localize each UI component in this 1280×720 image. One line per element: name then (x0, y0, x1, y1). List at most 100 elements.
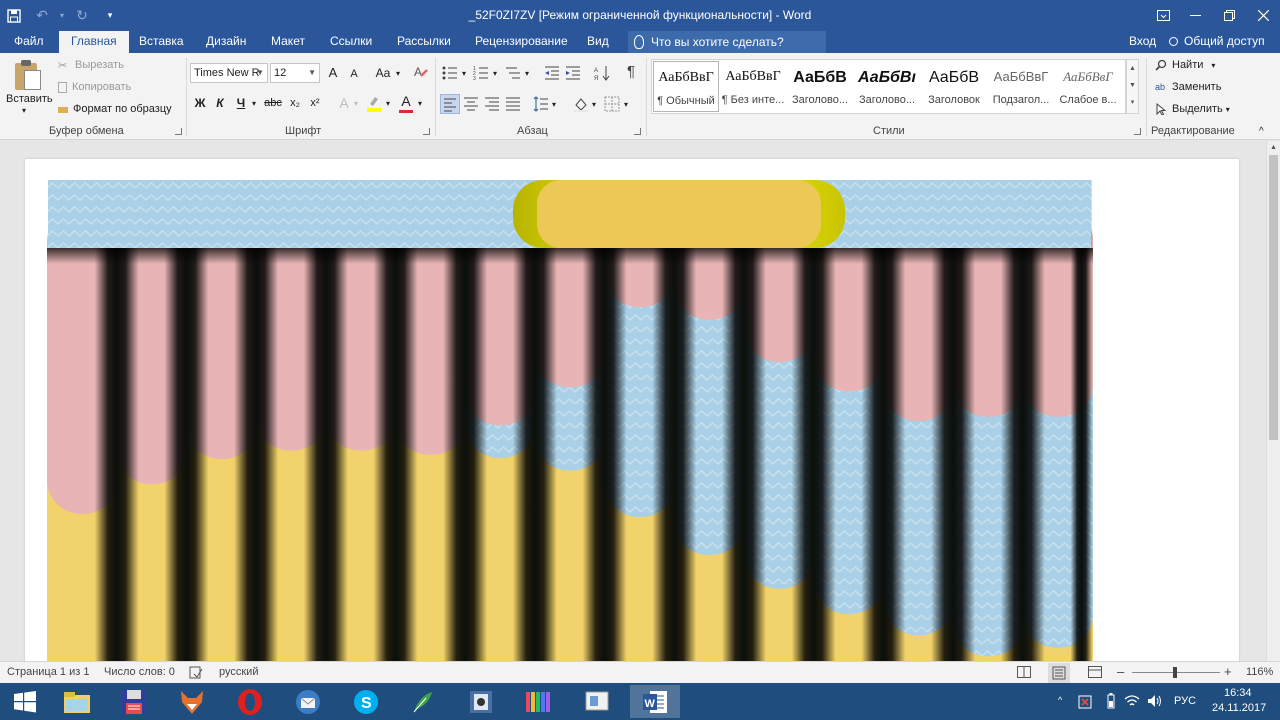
paste-dropdown-icon[interactable]: ▾ (22, 106, 26, 115)
shrink-font-button[interactable]: A (346, 65, 362, 83)
floppy-app-icon[interactable] (109, 685, 159, 718)
align-right-icon[interactable] (484, 96, 500, 112)
chevron-down-icon[interactable]: ▾ (550, 96, 558, 114)
bold-button[interactable]: Ж (192, 94, 208, 112)
grow-font-button[interactable]: A (325, 64, 341, 82)
font-launcher-icon[interactable] (423, 128, 430, 135)
line-spacing-icon[interactable] (533, 96, 549, 112)
page-count[interactable]: Страница 1 из 1 (7, 666, 89, 678)
network-blocked-icon[interactable] (1078, 695, 1092, 720)
close-icon[interactable] (1246, 0, 1280, 31)
styles-scroll[interactable]: ▲ ▼ ▾ (1126, 59, 1139, 114)
borders-icon[interactable] (604, 96, 620, 112)
restore-icon[interactable] (1212, 0, 1246, 31)
style-title[interactable]: АаБбВ Заголовок (921, 61, 987, 112)
tab-insert[interactable]: Вставка (139, 31, 184, 53)
word-count[interactable]: Число слов: 0 (104, 666, 175, 678)
tray-expand-icon[interactable]: ^ (1058, 695, 1062, 720)
tab-references[interactable]: Ссылки (330, 31, 372, 53)
paste-button[interactable]: Вставить (6, 93, 53, 105)
clock-date[interactable]: 24.11.2017 (1212, 702, 1266, 720)
copy-button[interactable]: Копировать (58, 81, 131, 93)
zoom-level[interactable]: 116% (1246, 666, 1273, 678)
colorful-app-icon[interactable] (514, 685, 564, 718)
chevron-down-icon[interactable]: ▾ (460, 65, 468, 83)
wifi-icon[interactable] (1124, 694, 1140, 720)
chevron-down-icon[interactable]: ▾ (352, 95, 360, 113)
volume-icon[interactable] (1147, 694, 1163, 720)
tab-review[interactable]: Рецензирование (475, 31, 568, 53)
input-language[interactable]: РУС (1174, 695, 1196, 720)
presentation-app-icon[interactable] (572, 685, 622, 718)
tab-design[interactable]: Дизайн (206, 31, 246, 53)
more-icon[interactable]: ▾ (1127, 94, 1138, 111)
align-left-icon[interactable] (440, 94, 460, 114)
document-page[interactable] (25, 159, 1239, 661)
decrease-indent-icon[interactable] (544, 65, 560, 81)
format-painter-button[interactable]: Формат по образцу (58, 103, 172, 115)
chevron-down-icon[interactable]: ▾ (250, 95, 258, 113)
clear-formatting-icon[interactable]: A (413, 64, 429, 82)
strikethrough-button[interactable]: abc (263, 94, 283, 112)
font-size-combo[interactable]: 12 ▼ (270, 63, 320, 83)
chevron-down-icon[interactable]: ▾ (384, 95, 392, 113)
sign-in-link[interactable]: Вход (1129, 31, 1156, 53)
thunderbird-mail-icon[interactable] (283, 685, 333, 718)
replace-button[interactable]: ab Заменить (1155, 81, 1221, 93)
multilevel-list-icon[interactable] (505, 65, 521, 81)
language-indicator[interactable]: русский (219, 666, 258, 678)
style-heading-1[interactable]: АаБбВ Заголово... (787, 61, 853, 112)
italic-button[interactable]: К (212, 94, 228, 112)
tab-layout[interactable]: Макет (271, 31, 305, 53)
windows-start-icon[interactable] (0, 685, 50, 718)
word-app-icon[interactable]: W (630, 685, 680, 718)
style-subtitle[interactable]: АаБбВвГ Подзагол... (988, 61, 1054, 112)
zoom-out-icon[interactable]: – (1117, 664, 1124, 679)
battery-icon[interactable] (1107, 693, 1115, 720)
chevron-up-icon[interactable]: ▲ (1270, 144, 1277, 151)
chevron-down-icon[interactable]: ▾ (394, 65, 402, 83)
zoom-slider-thumb[interactable] (1173, 667, 1177, 678)
chevron-down-icon[interactable]: ▾ (622, 96, 630, 114)
increase-indent-icon[interactable] (565, 65, 581, 81)
feather-app-icon[interactable] (398, 685, 448, 718)
change-case-button[interactable]: Aa (372, 64, 394, 82)
tab-mailings[interactable]: Рассылки (397, 31, 451, 53)
file-explorer-icon[interactable] (52, 685, 102, 718)
style-no-spacing[interactable]: АаБбВвГ ¶ Без инте... (720, 61, 786, 112)
underline-button[interactable]: Ч (233, 94, 249, 112)
tell-me-search[interactable]: Что вы хотите сделать? (628, 31, 826, 53)
collapse-ribbon-icon[interactable]: ^ (1259, 126, 1264, 137)
clipboard-launcher-icon[interactable] (175, 128, 182, 135)
proofing-icon[interactable] (189, 665, 203, 682)
style-normal[interactable]: АаБбВвГ ¶ Обычный (653, 61, 719, 112)
tab-home[interactable]: Главная (59, 31, 129, 54)
vertical-scrollbar[interactable]: ▲ (1266, 141, 1280, 661)
chevron-down-icon[interactable]: ▾ (590, 96, 598, 114)
style-heading-2[interactable]: АаБбВı Заголово... (854, 61, 920, 112)
font-name-combo[interactable]: Times New R ▼ (190, 63, 268, 83)
superscript-button[interactable]: x² (306, 94, 324, 112)
skype-icon[interactable]: S (341, 685, 391, 718)
film-app-icon[interactable] (456, 685, 506, 718)
subscript-button[interactable]: x₂ (286, 94, 304, 112)
text-effects-button[interactable]: A (336, 94, 352, 112)
shading-icon[interactable] (573, 96, 589, 112)
chevron-down-icon[interactable]: ▾ (523, 65, 531, 83)
font-color-button[interactable]: A (398, 92, 414, 113)
cut-button[interactable]: ✂ Вырезать (58, 59, 124, 72)
opera-browser-icon[interactable] (225, 685, 275, 718)
bullets-icon[interactable] (442, 65, 458, 81)
web-layout-icon[interactable] (1088, 666, 1102, 681)
scrollbar-thumb[interactable] (1269, 155, 1278, 440)
ribbon-display-options-icon[interactable] (1149, 0, 1178, 31)
zoom-in-icon[interactable]: + (1224, 664, 1232, 679)
chevron-down-icon[interactable]: ▾ (416, 95, 424, 113)
paragraph-launcher-icon[interactable] (634, 128, 641, 135)
chevron-down-icon[interactable]: ▾ (491, 65, 499, 83)
style-subtle-emphasis[interactable]: АаБбВвГ Слабое в... (1055, 61, 1121, 112)
numbering-icon[interactable]: 123 (473, 65, 489, 82)
fox-app-icon[interactable] (167, 685, 217, 718)
tab-view[interactable]: Вид (587, 31, 609, 53)
justify-icon[interactable] (505, 96, 521, 112)
